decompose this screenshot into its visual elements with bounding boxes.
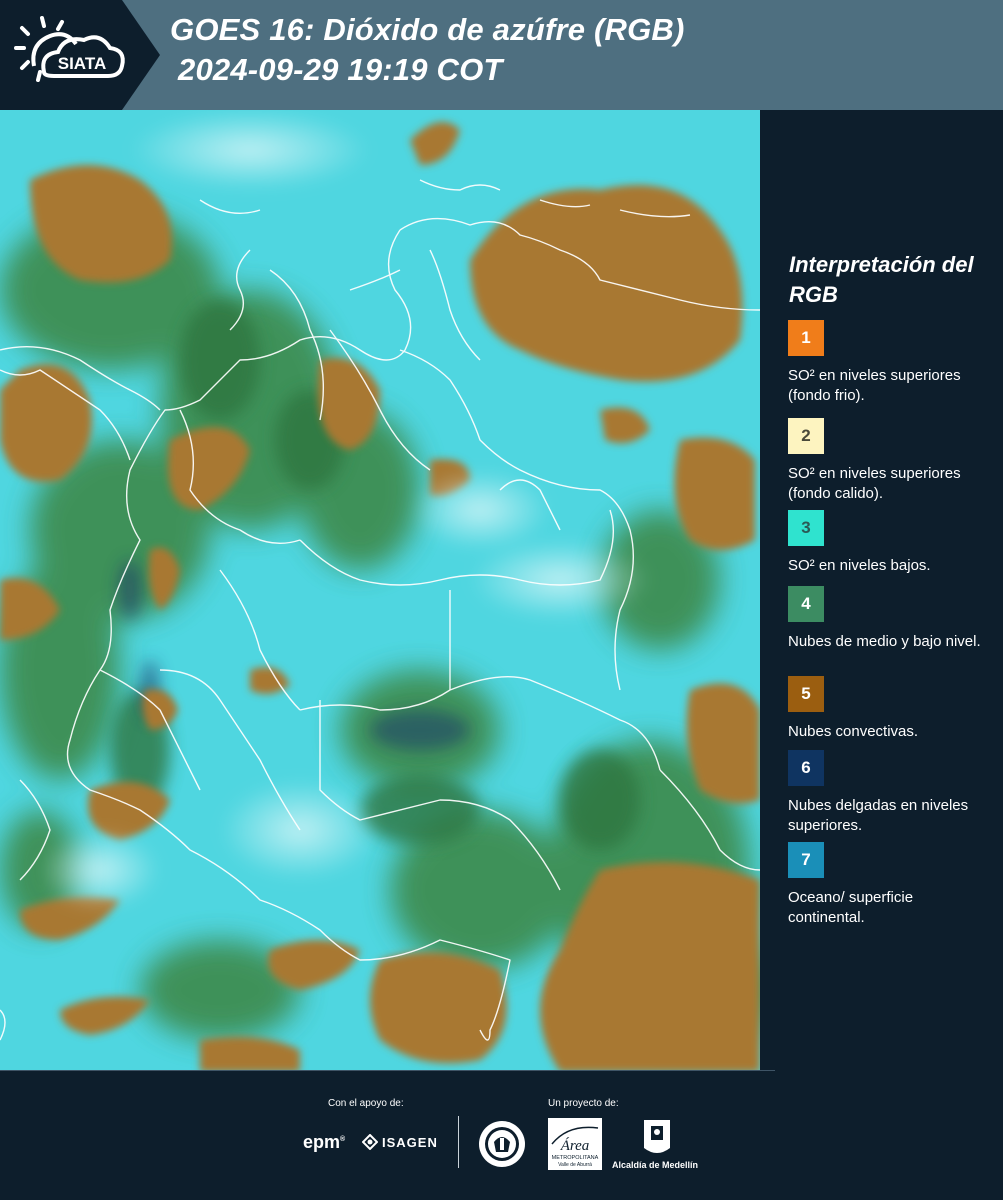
- medellin-seal-icon[interactable]: [478, 1120, 526, 1168]
- page: SIATA GOES 16: Dióxido de azúfre (RGB) 2…: [0, 0, 1003, 1200]
- legend-swatch-3: 3: [788, 510, 824, 546]
- isagen-wordmark: ISAGEN: [382, 1134, 438, 1150]
- legend-text-3: SO² en niveles bajos.: [788, 557, 931, 574]
- legend-swatch-6: 6: [788, 750, 824, 786]
- legend-title: Interpretación del RGB: [789, 252, 974, 307]
- project-label: Un proyecto de:: [548, 1098, 619, 1109]
- area-subtitle-1: METROPOLITANA: [552, 1155, 599, 1161]
- footer-divider-line: [0, 1070, 775, 1071]
- satellite-rgb-map[interactable]: [0, 110, 760, 1072]
- support-label: Con el apoyo de:: [328, 1098, 404, 1109]
- area-wordmark: Área: [560, 1137, 590, 1154]
- legend-swatch-4: 4: [788, 586, 824, 622]
- legend-swatch-1: 1: [788, 320, 824, 356]
- page-timestamp: 2024-09-29 19:19 COT: [178, 52, 503, 87]
- isagen-icon: [362, 1134, 378, 1150]
- sun-cloud-icon: SIATA: [14, 16, 125, 82]
- legend-text-7: Oceano/ superficie continental.: [788, 889, 914, 926]
- area-subtitle-2: Valle de Aburrá: [558, 1162, 592, 1168]
- logo-wordmark: SIATA: [58, 54, 106, 73]
- isagen-logo[interactable]: ISAGEN: [362, 1134, 438, 1150]
- page-title: GOES 16: Dióxido de azúfre (RGB): [170, 12, 685, 47]
- legend-text-5: Nubes convectivas.: [788, 723, 919, 740]
- legend-panel: Interpretación del RGB 1 SO² en niveles …: [760, 110, 1003, 1072]
- epm-logo[interactable]: epm®: [303, 1132, 345, 1153]
- legend-text-4: Nubes de medio y bajo nivel.: [788, 633, 981, 650]
- legend-swatch-2: 2: [788, 418, 824, 454]
- epm-wordmark: epm: [303, 1132, 341, 1152]
- legend-text-6: Nubes delgadas en niveles superiores.: [788, 797, 969, 834]
- footer: Con el apoyo de: Un proyecto de: epm® IS…: [0, 1070, 1003, 1200]
- map-image: [0, 110, 760, 1072]
- footer-vertical-divider: [458, 1116, 459, 1168]
- area-metropolitana-logo[interactable]: Área METROPOLITANA Valle de Aburrá: [548, 1118, 602, 1170]
- header-bar: SIATA GOES 16: Dióxido de azúfre (RGB) 2…: [0, 0, 1003, 110]
- legend-swatch-5: 5: [788, 676, 824, 712]
- legend-swatch-7: 7: [788, 842, 824, 878]
- alcaldia-label: Alcaldía de Medellín: [612, 1160, 699, 1170]
- legend-text-1: SO² en niveles superiores (fondo frio).: [788, 367, 961, 404]
